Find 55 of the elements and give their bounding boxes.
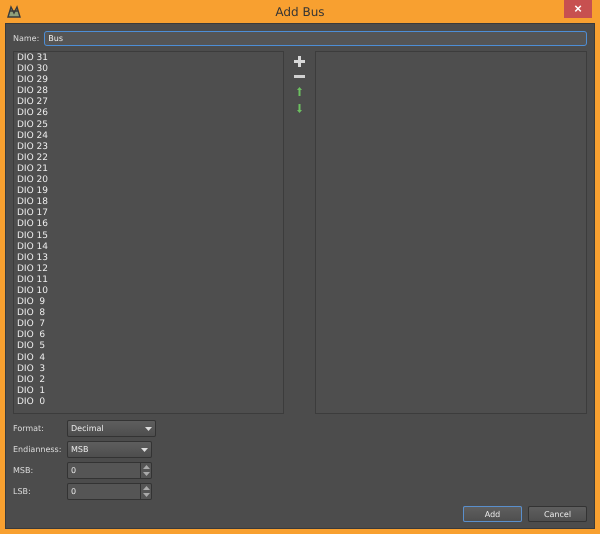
signal-item[interactable]: DIO 20 <box>17 175 280 186</box>
signal-item[interactable]: DIO 24 <box>17 130 280 142</box>
signal-item[interactable]: DIO 23 <box>17 142 280 153</box>
setting-label: MSB: <box>13 466 34 475</box>
signal-item[interactable]: DIO 31 <box>17 53 280 64</box>
dialog-button[interactable]: Add <box>463 506 522 522</box>
dropdown-arrow-icon <box>145 426 152 430</box>
signal-item[interactable]: DIO 0 <box>17 396 280 408</box>
setting-label: Format: <box>13 424 45 433</box>
setting-label: LSB: <box>13 487 32 496</box>
signal-item[interactable]: DIO 26 <box>17 108 280 120</box>
signal-item[interactable]: DIO 9 <box>17 297 280 308</box>
spin-box[interactable]: 0 <box>67 462 152 479</box>
dropdown-arrow-icon <box>141 448 148 452</box>
app-icon <box>7 5 21 18</box>
name-label: Name: <box>13 34 40 43</box>
signal-item[interactable]: DIO 3 <box>17 364 280 375</box>
signal-item[interactable]: DIO 4 <box>17 352 280 364</box>
signal-item[interactable]: DIO 15 <box>17 230 280 242</box>
remove-icon[interactable] <box>294 75 305 79</box>
signal-item[interactable]: DIO 30 <box>17 64 280 76</box>
signal-item[interactable]: DIO 11 <box>17 274 280 286</box>
signal-item[interactable]: DIO 12 <box>17 264 280 275</box>
move-up-icon[interactable] <box>297 87 302 96</box>
signal-item[interactable]: DIO 13 <box>17 252 280 264</box>
signal-item[interactable]: DIO 28 <box>17 86 280 98</box>
signal-item[interactable]: DIO 29 <box>17 75 280 86</box>
signal-item[interactable]: DIO 7 <box>17 319 280 330</box>
signal-item[interactable]: DIO 2 <box>17 374 280 386</box>
signal-item[interactable]: DIO 22 <box>17 152 280 164</box>
signal-item[interactable]: DIO 21 <box>17 164 280 176</box>
signal-item[interactable]: DIO 16 <box>17 219 280 230</box>
signal-item[interactable]: DIO 19 <box>17 186 280 198</box>
add-icon[interactable] <box>294 56 305 67</box>
dropdown[interactable]: Decimal <box>67 420 156 437</box>
spin-arrows-icon[interactable] <box>142 465 150 476</box>
spin-arrows-icon[interactable] <box>142 486 150 497</box>
signal-item[interactable]: DIO 27 <box>17 97 280 108</box>
name-field[interactable]: Bus <box>44 31 587 46</box>
move-down-icon[interactable] <box>297 104 302 113</box>
signal-item[interactable]: DIO 17 <box>17 208 280 220</box>
spin-box[interactable]: 0 <box>67 483 152 500</box>
window-title: Add Bus <box>275 4 325 18</box>
dropdown[interactable]: MSB <box>67 441 152 458</box>
signal-item[interactable]: DIO 14 <box>17 242 280 253</box>
signal-item[interactable]: DIO 25 <box>17 120 280 131</box>
dialog-button[interactable]: Cancel <box>528 506 587 522</box>
signal-item[interactable]: DIO 18 <box>17 197 280 208</box>
signal-item[interactable]: DIO 5 <box>17 341 280 353</box>
close-button[interactable]: × <box>564 0 592 18</box>
signal-item[interactable]: DIO 1 <box>17 386 280 397</box>
signal-item[interactable]: DIO 8 <box>17 308 280 320</box>
signal-item[interactable]: DIO 10 <box>17 286 280 298</box>
signal-item[interactable]: DIO 6 <box>17 330 280 342</box>
setting-label: Endianness: <box>13 445 62 454</box>
